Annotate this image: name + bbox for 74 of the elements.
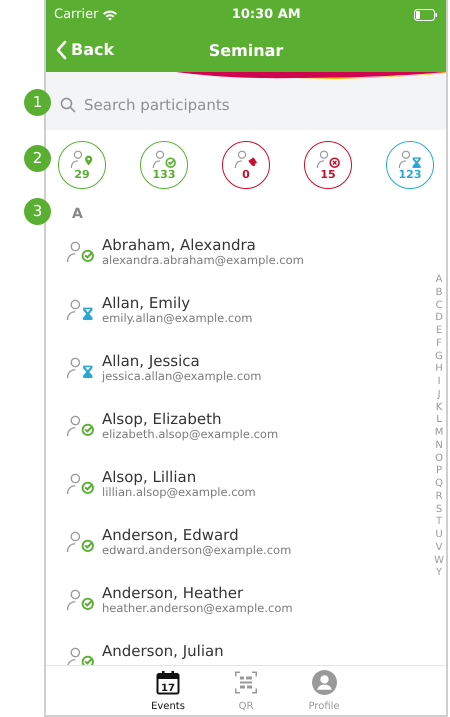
index-letter[interactable]: H xyxy=(435,363,443,376)
person-check-icon xyxy=(66,647,94,665)
index-letter[interactable]: J xyxy=(438,388,441,402)
participant-email: heather.anderson@example.com xyxy=(102,602,293,616)
index-letter[interactable]: Y xyxy=(436,567,442,580)
participant-email: alexandra.abraham@example.com xyxy=(102,254,304,268)
participant-name[interactable]: Alsop, Elizabeth xyxy=(102,410,278,428)
nav-title: Seminar xyxy=(208,40,284,62)
filter-button[interactable]: 123 xyxy=(386,141,434,189)
participant-name[interactable]: Anderson, Julian xyxy=(102,642,224,660)
person-hourglass-icon xyxy=(398,150,422,170)
person-cross-icon xyxy=(316,150,340,170)
participant-name[interactable]: Alsop, Lillian xyxy=(102,468,256,486)
wifi-icon xyxy=(102,9,118,21)
participant-name[interactable]: Anderson, Edward xyxy=(102,526,292,544)
participant-email: emily.allan@example.com xyxy=(102,312,252,326)
calendar-icon: 17 xyxy=(156,670,180,695)
participant-email: elizabeth.alsop@example.com xyxy=(102,428,278,442)
index-letter[interactable]: B xyxy=(436,286,442,300)
index-letter[interactable]: U xyxy=(435,529,443,542)
index-letter[interactable]: E xyxy=(436,325,442,338)
index-letter[interactable]: O xyxy=(435,452,443,466)
index-letter[interactable]: Q xyxy=(435,478,443,491)
qr-code-icon xyxy=(234,670,258,695)
person-check-icon xyxy=(66,241,94,264)
carrier-label: Carrier xyxy=(54,6,98,24)
index-letter[interactable]: D xyxy=(435,312,443,325)
participant-email: edward.anderson@example.com xyxy=(102,544,292,558)
person-check-icon xyxy=(66,415,94,438)
search-field[interactable]: Search participants xyxy=(46,80,446,130)
index-letter[interactable]: A xyxy=(436,274,442,287)
tab-item[interactable]: QR xyxy=(207,666,285,715)
index-letter[interactable]: G xyxy=(435,350,443,364)
status-time: 10:30 AM xyxy=(232,6,301,24)
chevron-left-icon xyxy=(56,40,67,60)
participant-email: lillian.alsop@example.com xyxy=(102,486,256,500)
callout-number: 1 xyxy=(24,89,51,116)
callout-number: 3 xyxy=(24,198,51,225)
person-check-icon xyxy=(66,531,94,554)
index-letter[interactable]: K xyxy=(436,402,442,414)
index-letter[interactable]: V xyxy=(436,542,442,554)
person-check-icon xyxy=(66,473,94,496)
participant-email: jessica.allan@example.com xyxy=(102,370,262,384)
person-check-icon xyxy=(66,589,94,612)
filter-button[interactable]: 29 xyxy=(58,141,106,189)
index-letter[interactable]: N xyxy=(435,440,443,452)
participant-name[interactable]: Abraham, Alexandra xyxy=(102,236,304,254)
back-button[interactable]: Back xyxy=(56,38,114,62)
person-hourglass-icon xyxy=(66,357,94,380)
index-letter[interactable]: P xyxy=(436,465,442,478)
index-letter[interactable]: F xyxy=(436,338,442,350)
filter-button[interactable]: 0 xyxy=(222,141,270,189)
index-letter[interactable]: S xyxy=(436,504,442,516)
battery-icon xyxy=(414,9,438,21)
filter-button[interactable]: 133 xyxy=(140,141,188,189)
tab-item[interactable]: Profile xyxy=(285,666,363,715)
callout-number: 2 xyxy=(24,145,51,172)
index-letter[interactable]: R xyxy=(436,490,443,504)
participant-name[interactable]: Allan, Jessica xyxy=(102,352,262,370)
index-letter[interactable]: C xyxy=(436,300,443,312)
person-hourglass-icon xyxy=(66,299,94,322)
participant-name[interactable]: Anderson, Heather xyxy=(102,584,293,602)
person-check-icon xyxy=(152,150,176,170)
section-header: A xyxy=(72,206,83,222)
participant-name[interactable]: Allan, Emily xyxy=(102,294,252,312)
tab-item[interactable]: 17 Events xyxy=(129,666,207,715)
index-letter[interactable]: W xyxy=(434,554,444,568)
profile-icon xyxy=(312,670,336,695)
person-pin-icon xyxy=(70,150,94,170)
index-letter[interactable]: M xyxy=(434,427,444,440)
index-letter[interactable]: L xyxy=(436,414,442,427)
filter-button[interactable]: 15 xyxy=(304,141,352,189)
index-letter[interactable]: T xyxy=(436,516,442,529)
index-letter[interactable]: I xyxy=(438,376,441,389)
